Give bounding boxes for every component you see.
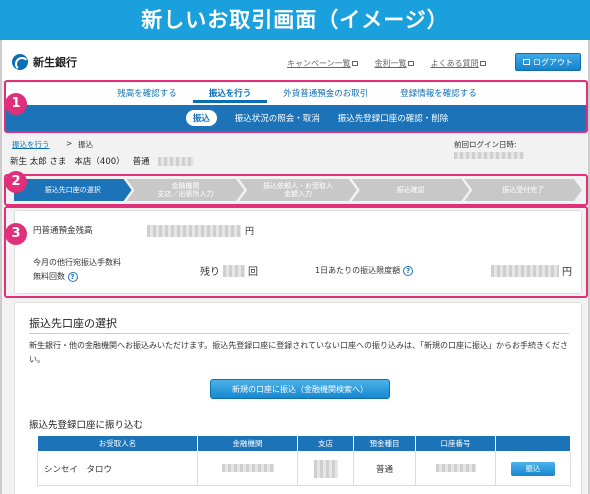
registered-section-title: 振込先登録口座に振り込む: [29, 420, 144, 431]
col-recipient: お受取人名: [37, 435, 198, 452]
section-description: 新生銀行・他の金融機関へお振込みいただけます。振込先登録口座に登録されていない口…: [29, 341, 568, 364]
breadcrumb-link[interactable]: 振込を行う: [12, 139, 50, 150]
recipient-name: シンセイ タロウ: [37, 451, 198, 486]
badge-2: 2: [5, 171, 27, 193]
breadcrumb-current: 振込: [78, 140, 93, 149]
logout-button[interactable]: ログアウト: [515, 53, 581, 71]
badge-3: 3: [5, 223, 27, 245]
highlight-steps: [4, 174, 588, 206]
external-link-icon: [351, 61, 358, 66]
masked-account-number: [157, 156, 194, 166]
logo-mark-icon: [12, 54, 28, 70]
banner-title: 新しいお取引画面（イメージ）: [0, 0, 590, 40]
col-type: 預金種目: [353, 435, 416, 452]
breadcrumb-separator: >: [66, 139, 73, 148]
app-window: 新生銀行 キャンペーン一覧 金利一覧 よくある質問 ログアウト 残高を確認する …: [0, 40, 590, 494]
header: 新生銀行 キャンペーン一覧 金利一覧 よくある質問 ログアウト: [2, 40, 588, 82]
account-type: 普通: [132, 157, 150, 167]
col-account-number: 口座番号: [415, 435, 496, 452]
masked-branch: [313, 459, 338, 478]
link-rates[interactable]: 金利一覧: [375, 58, 414, 69]
registered-accounts-table: お受取人名 金融機関 支店 預金種目 口座番号 シンセイ タロウ 普通 振込: [37, 435, 571, 486]
account-number-cell: [415, 451, 496, 486]
external-link-icon: [407, 61, 414, 66]
divider: [29, 333, 569, 334]
link-campaigns[interactable]: キャンペーン一覧: [287, 58, 358, 69]
new-account-transfer-button[interactable]: 新規の口座に振込（金融機関検索へ）: [210, 379, 390, 399]
brand-logo[interactable]: 新生銀行: [12, 54, 77, 70]
col-branch: 支店: [297, 435, 354, 452]
transfer-button[interactable]: 振込: [511, 461, 555, 476]
breadcrumb: 振込を行う > 振込 前回ログイン日時:: [6, 137, 588, 159]
bank-cell: [197, 451, 298, 486]
table-row: シンセイ タロウ 普通 振込: [37, 451, 571, 486]
logout-icon: [523, 59, 530, 65]
highlight-balance: [4, 206, 588, 298]
header-links: キャンペーン一覧 金利一覧 よくある質問: [287, 58, 486, 69]
masked-value: [454, 151, 524, 159]
link-faq[interactable]: よくある質問: [431, 58, 486, 69]
main-panel: 振込先口座の選択 新生銀行・他の金融機関へお振込みいただけます。振込先登録口座に…: [14, 302, 582, 494]
account-info: 新生 太郎 さま 本店（400） 普通: [10, 155, 194, 167]
section-title: 振込先口座の選択: [29, 317, 117, 330]
last-login: 前回ログイン日時:: [454, 139, 588, 159]
col-action: [495, 435, 571, 452]
account-branch: 本店（400）: [74, 157, 125, 167]
col-bank: 金融機関: [197, 435, 298, 452]
deposit-type: 普通: [353, 451, 416, 486]
action-cell: 振込: [495, 451, 571, 486]
badge-1: 1: [5, 93, 27, 115]
masked-bank: [221, 464, 274, 472]
external-link-icon: [479, 61, 486, 66]
account-holder: 新生 太郎 さま: [10, 157, 67, 167]
masked-account: [435, 464, 476, 472]
branch-cell: [297, 451, 354, 486]
highlight-nav: [4, 80, 588, 133]
brand-name: 新生銀行: [33, 56, 77, 69]
